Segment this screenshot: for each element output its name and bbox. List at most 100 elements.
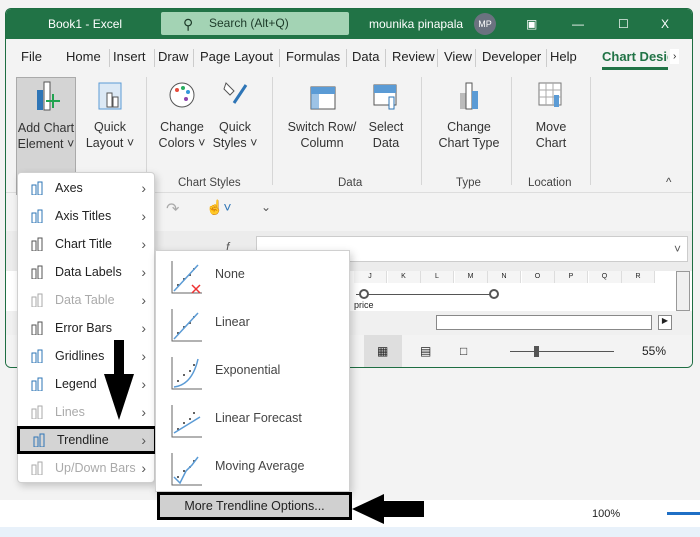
close-button[interactable]: X xyxy=(661,17,669,31)
label: Chart xyxy=(535,136,567,150)
trendline-linear-forecast[interactable]: Linear Forecast xyxy=(156,395,349,443)
chart-type-icon xyxy=(454,79,484,111)
tab-file[interactable]: File xyxy=(21,49,42,64)
add-chart-element-menu: Axes › Axis Titles › Chart Title › Data Labels… xyxy=(17,172,157,483)
zoom-slider[interactable] xyxy=(510,351,614,352)
move-chart-button[interactable]: Move Chart xyxy=(523,79,579,151)
trendline-none[interactable]: None xyxy=(156,251,349,299)
maximize-button[interactable]: ☐ xyxy=(618,17,629,31)
page-break-view-icon[interactable]: □ xyxy=(460,344,467,358)
chevron-right-icon: › xyxy=(141,460,146,476)
collapse-ribbon-icon[interactable]: ^ xyxy=(666,177,671,189)
menu-item-label: Up/Down Bars xyxy=(55,461,136,475)
column-header-l[interactable]: L xyxy=(421,271,454,283)
column-header-j[interactable]: J xyxy=(354,271,387,283)
trendline-exponential[interactable]: Exponential xyxy=(156,347,349,395)
select-data-button[interactable]: Select Data xyxy=(362,79,410,151)
cell-price[interactable]: price xyxy=(354,300,374,310)
quick-styles-button[interactable]: Quick Styles ˅ xyxy=(210,79,260,151)
column-header-r[interactable]: R xyxy=(622,271,655,283)
menu-item-chart-title[interactable]: Chart Title › xyxy=(18,230,154,258)
tab-view[interactable]: View xyxy=(444,49,472,64)
touch-mode-icon[interactable]: ☝˅ xyxy=(206,199,232,216)
tab-draw[interactable]: Draw xyxy=(158,49,188,64)
tab-help[interactable]: Help xyxy=(550,49,577,64)
search-icon: ⚲ xyxy=(183,16,194,32)
tab-page-layout[interactable]: Page Layout xyxy=(200,49,273,64)
column-header-q[interactable]: Q xyxy=(588,271,622,283)
label: Quick xyxy=(94,120,126,134)
brush-icon xyxy=(220,79,250,111)
label: Column xyxy=(300,136,344,150)
chevron-right-icon: › xyxy=(141,236,146,252)
menu-item-axis-titles[interactable]: Axis Titles › xyxy=(18,202,154,230)
zoom-level[interactable]: 55% xyxy=(642,344,666,358)
horizontal-scrollbar[interactable] xyxy=(436,315,652,330)
vertical-scrollbar[interactable] xyxy=(676,271,690,311)
more-trendline-options[interactable]: More Trendline Options... xyxy=(157,492,352,520)
gridlines-icon xyxy=(31,349,43,363)
tab-insert[interactable]: Insert xyxy=(113,49,146,64)
change-colors-button[interactable]: Change Colors ˅ xyxy=(154,79,210,151)
select-data-icon xyxy=(371,79,401,111)
tab-chart-design[interactable]: Chart Design xyxy=(602,41,668,71)
zoom-slider-thumb[interactable] xyxy=(534,346,539,357)
customize-toolbar-icon[interactable]: ⌄ xyxy=(261,200,271,214)
switch-row-column-button[interactable]: Switch Row/Column xyxy=(286,79,358,151)
chart-point[interactable] xyxy=(489,289,499,299)
palette-icon xyxy=(167,79,197,111)
grid-icon: ▦ xyxy=(377,344,389,358)
menu-item-label: Data Labels xyxy=(55,265,122,279)
tab-developer[interactable]: Developer xyxy=(482,49,541,64)
normal-view-button[interactable]: ▦ xyxy=(364,335,402,367)
search-box[interactable]: ⚲ Search (Alt+Q) xyxy=(161,12,349,35)
column-header-p[interactable]: P xyxy=(555,271,588,283)
trendline-option-label: Linear xyxy=(215,315,250,329)
minimize-button[interactable]: — xyxy=(572,17,584,31)
tab-review[interactable]: Review xyxy=(392,49,435,64)
chevron-right-icon: › xyxy=(141,404,146,420)
label: Change xyxy=(160,120,204,134)
menu-item-trendline[interactable]: Trendline › xyxy=(17,426,157,454)
menu-item-label: Legend xyxy=(55,377,97,391)
avatar[interactable]: MP xyxy=(474,13,496,35)
label: Move xyxy=(535,120,567,134)
menu-item-label: Lines xyxy=(55,405,85,419)
group-label-type: Type xyxy=(456,177,481,189)
down-arrow-annotation xyxy=(104,340,134,420)
outer-zoom-slider[interactable] xyxy=(667,512,700,515)
tab-home[interactable]: Home xyxy=(66,49,101,64)
trendline-moving-average[interactable]: Moving Average xyxy=(156,443,349,491)
chevron-right-icon: › xyxy=(141,264,146,280)
tab-data[interactable]: Data xyxy=(352,49,379,64)
trendline-moving-average-icon xyxy=(171,453,202,486)
column-header-o[interactable]: O xyxy=(521,271,555,283)
chart-point[interactable] xyxy=(359,289,369,299)
tab-formulas[interactable]: Formulas xyxy=(286,49,340,64)
scroll-tabs-right[interactable]: › xyxy=(670,49,680,64)
legend-icon xyxy=(31,377,43,391)
menu-item-error-bars[interactable]: Error Bars › xyxy=(18,314,154,342)
expand-formula-icon[interactable]: ˅ xyxy=(674,242,681,256)
error-bars-icon xyxy=(31,321,43,335)
trendline-linear-forecast-icon xyxy=(171,405,202,438)
change-chart-type-button[interactable]: Change Chart Type xyxy=(434,79,504,151)
scroll-right-button[interactable]: ▶ xyxy=(658,315,672,330)
column-header-n[interactable]: N xyxy=(488,271,521,283)
group-label-chart-styles: Chart Styles xyxy=(178,177,241,189)
ribbon-display-icon[interactable]: ▣ xyxy=(526,17,537,31)
column-header-k[interactable]: K xyxy=(387,271,421,283)
menu-item-label: Gridlines xyxy=(55,349,105,363)
data-table-icon xyxy=(31,293,43,307)
column-header-m[interactable]: M xyxy=(454,271,488,283)
menu-item-data-labels[interactable]: Data Labels › xyxy=(18,258,154,286)
more-trendline-options-label: More Trendline Options... xyxy=(184,499,325,513)
label: Change xyxy=(447,120,491,134)
redo-icon[interactable]: ↷ xyxy=(166,199,179,219)
trendline-linear[interactable]: Linear xyxy=(156,299,349,347)
trendline-option-label: Exponential xyxy=(215,363,281,377)
switch-row-column-icon xyxy=(307,79,337,111)
menu-item-axes[interactable]: Axes › xyxy=(18,174,154,202)
quick-layout-button[interactable]: Quick Layout ˅ xyxy=(84,79,136,151)
page-layout-view-icon[interactable]: ▤ xyxy=(420,344,431,358)
